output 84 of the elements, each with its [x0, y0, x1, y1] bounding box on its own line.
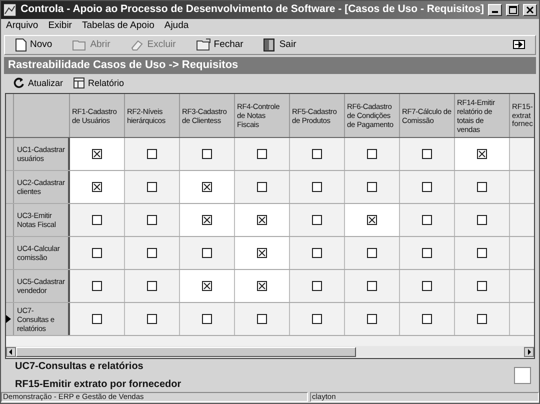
checkbox[interactable]: [312, 281, 322, 292]
document-icon: [15, 38, 27, 52]
checkbox[interactable]: [422, 215, 432, 226]
checkbox[interactable]: [477, 149, 487, 160]
maximize-button[interactable]: [506, 4, 520, 16]
arrow-icon: [513, 40, 525, 50]
checkbox[interactable]: [147, 182, 157, 192]
checkbox[interactable]: [477, 215, 487, 226]
checkbox[interactable]: [202, 314, 212, 324]
row-indicator[interactable]: [6, 303, 14, 336]
checkbox[interactable]: [367, 215, 377, 226]
checkbox[interactable]: [422, 149, 432, 160]
scroll-left-icon[interactable]: [6, 346, 16, 356]
checkbox[interactable]: [477, 248, 487, 258]
folder-icon: [196, 38, 211, 52]
checkbox[interactable]: [477, 182, 487, 192]
checkbox[interactable]: [367, 248, 377, 258]
checkbox[interactable]: [92, 248, 102, 258]
checkbox[interactable]: [202, 281, 212, 292]
toolbar-button[interactable]: Relatório: [73, 76, 124, 90]
checkbox[interactable]: [312, 149, 322, 160]
checkbox[interactable]: [312, 215, 322, 226]
close-button[interactable]: [523, 4, 538, 16]
toolbar-button[interactable]: Sair: [263, 38, 296, 52]
checkbox[interactable]: [92, 281, 102, 292]
checkbox[interactable]: [367, 314, 377, 324]
checkbox[interactable]: [147, 215, 157, 226]
toolbar-button[interactable]: Novo: [15, 38, 52, 52]
checkbox[interactable]: [477, 281, 487, 292]
checkbox[interactable]: [147, 149, 157, 160]
refresh-icon: [13, 77, 25, 90]
checkbox[interactable]: [257, 314, 267, 324]
checkbox[interactable]: [92, 182, 102, 192]
minimize-icon: [492, 11, 498, 14]
panel-title: Rastreabilidade Casos de Uso -> Requisitos: [8, 58, 238, 73]
checkbox[interactable]: [422, 182, 432, 192]
table-icon: [73, 77, 86, 90]
checkbox[interactable]: [257, 248, 267, 258]
checkbox[interactable]: [257, 149, 267, 160]
checkbox[interactable]: [257, 182, 267, 192]
toolbar-button[interactable]: Atualizar: [13, 76, 64, 90]
app-icon: [3, 2, 17, 17]
close-icon: [526, 6, 534, 14]
checkbox[interactable]: [202, 149, 212, 160]
color-swatch: [514, 367, 531, 384]
scroll-right-icon[interactable]: [524, 346, 534, 356]
checkbox[interactable]: [92, 314, 102, 324]
menu-item[interactable]: Ajuda: [164, 19, 189, 34]
checkbox[interactable]: [367, 281, 377, 292]
toolbar-button[interactable]: Fechar: [196, 38, 244, 52]
checkbox[interactable]: [202, 215, 212, 226]
checkbox[interactable]: [257, 281, 267, 292]
window-title: Controla - Apoio ao Processo de Desenvolvimento de Software - [Casos de Uso - Requisitos]: [20, 2, 484, 18]
scrollbar-thumb[interactable]: [16, 346, 356, 356]
detail-text: RF15-Emitir extrato por fornecedor: [15, 378, 182, 392]
checkbox[interactable]: [312, 182, 322, 192]
checkbox[interactable]: [202, 248, 212, 258]
checkbox[interactable]: [422, 248, 432, 258]
checkbox[interactable]: [92, 149, 102, 160]
minimize-button[interactable]: [488, 4, 502, 16]
checkbox[interactable]: [92, 215, 102, 226]
maximize-icon: [508, 6, 517, 14]
checkbox[interactable]: [147, 248, 157, 258]
checkbox[interactable]: [312, 248, 322, 258]
menu-item[interactable]: Arquivo: [6, 19, 38, 34]
checkbox[interactable]: [367, 182, 377, 192]
eraser-icon: [130, 38, 144, 51]
menu-item[interactable]: Exibir: [48, 19, 72, 34]
door-icon: [263, 38, 276, 52]
checkbox[interactable]: [202, 182, 212, 192]
checkbox[interactable]: [312, 314, 322, 324]
checkbox[interactable]: [477, 314, 487, 324]
current-row-icon: [6, 315, 11, 324]
folder-icon: [72, 38, 88, 51]
checkbox[interactable]: [422, 281, 432, 292]
checkbox[interactable]: [367, 149, 377, 160]
menu-item[interactable]: Tabelas de Apoio: [82, 19, 154, 34]
checkbox[interactable]: [147, 281, 157, 292]
horizontal-scrollbar[interactable]: [6, 346, 534, 357]
expand-button[interactable]: [513, 40, 525, 50]
checkbox[interactable]: [147, 314, 157, 324]
checkbox[interactable]: [422, 314, 432, 324]
detail-text: UC7-Consultas e relatórios: [15, 360, 144, 374]
checkbox[interactable]: [257, 215, 267, 226]
